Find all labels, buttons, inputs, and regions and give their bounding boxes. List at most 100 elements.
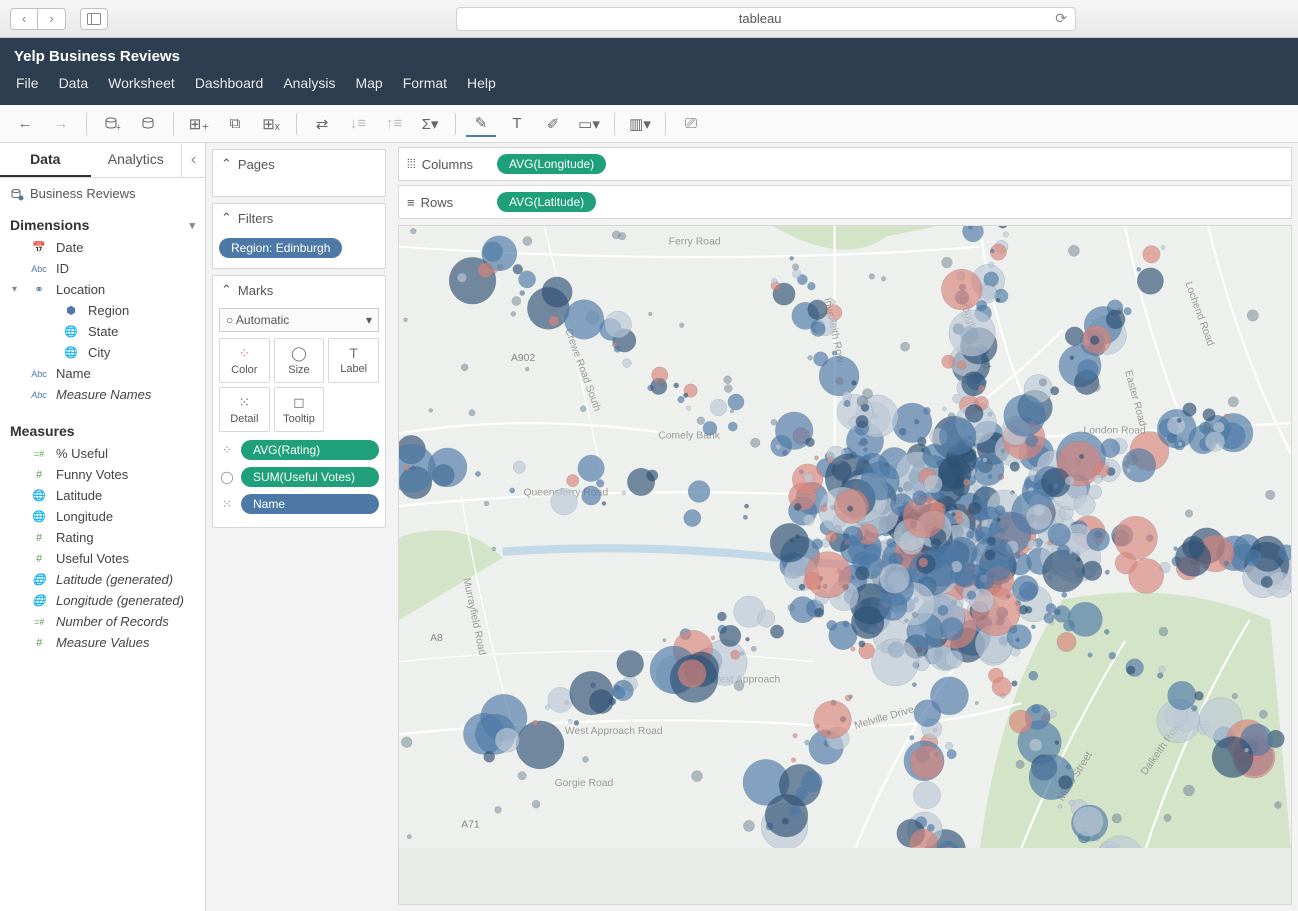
duplicate-button[interactable]: ⧉ [220,111,250,137]
size-icon: ◯ [277,345,322,362]
labels-button[interactable]: T [502,111,532,137]
menu-file[interactable]: File [6,71,49,95]
show-me-button[interactable]: ▥▾ [625,111,655,137]
field-label: Region [88,303,129,318]
redo-button[interactable]: → [46,111,76,137]
field-name[interactable]: AbcName [4,363,201,384]
browser-url-bar[interactable]: tableau ⟳ [456,7,1076,31]
sort-desc-button[interactable]: ↑≡ [379,111,409,137]
collapse-data-pane-button[interactable]: ‹ [181,143,205,177]
datasource-icon [10,187,24,201]
field-measure-names[interactable]: Abc Measure Names [4,384,201,405]
app-header: Yelp Business Reviews File Data Workshee… [0,38,1298,105]
reload-icon[interactable]: ⟳ [1055,10,1067,27]
field-date[interactable]: 📅Date [4,237,201,258]
field-latitude-generated-[interactable]: 🌐Latitude (generated) [4,569,201,590]
menu-data[interactable]: Data [49,71,99,95]
filter-pill-region[interactable]: Region: Edinburgh [219,238,342,258]
menu-map[interactable]: Map [345,71,392,95]
menu-worksheet[interactable]: Worksheet [98,71,185,95]
globe-icon: 🌐 [62,325,80,338]
new-worksheet-button[interactable]: ⊞₊ [184,111,214,137]
columns-icon: ⦙⦙⦙ [407,156,416,172]
field-label: Longitude (generated) [56,593,184,608]
tab-analytics[interactable]: Analytics [91,143,182,177]
clear-button[interactable]: ⊞ₓ [256,111,286,137]
marks-detail-button[interactable]: ⁙Detail [219,387,270,432]
field-id[interactable]: AbcID [4,258,201,279]
field-useful-votes[interactable]: #Useful Votes [4,548,201,569]
menu-analysis[interactable]: Analysis [273,71,345,95]
field-rating[interactable]: #Rating [4,527,201,548]
menu-format[interactable]: Format [393,71,457,95]
sort-asc-button[interactable]: ↓≡ [343,111,373,137]
field-state[interactable]: 🌐State [4,321,201,342]
chevron-down-icon: ⌃ [221,210,232,226]
browser-forward-button[interactable]: › [38,8,66,30]
menu-dashboard[interactable]: Dashboard [185,71,274,95]
browser-chrome: ‹ › tableau ⟳ [0,0,1298,38]
svg-text:+: + [116,123,121,132]
rows-pill[interactable]: AVG(Latitude) [497,192,596,212]
marks-card: ⌃Marks ○ Automatic ▾ ⁘Color ◯Size TLabel… [212,275,386,528]
field-longitude-generated-[interactable]: 🌐Longitude (generated) [4,590,201,611]
marks-tooltip-button[interactable]: ◻Tooltip [274,387,325,432]
calc-icon: =# [30,617,48,627]
mark-pill-avg-rating-[interactable]: AVG(Rating) [241,440,379,460]
rows-icon: ≡ [407,195,415,210]
browser-sidebar-toggle[interactable] [80,8,108,30]
field-label: % Useful [56,446,108,461]
field-funny-votes[interactable]: #Funny Votes [4,464,201,485]
workbook-title: Yelp Business Reviews [0,38,1298,71]
abc-icon: Abc [30,390,48,400]
filters-card[interactable]: ⌃Filters Region: Edinburgh [212,203,386,269]
menu-help[interactable]: Help [457,71,506,95]
geo-icon: ⬢ [62,304,80,317]
abc-icon: Abc [30,264,48,274]
totals-button[interactable]: Σ▾ [415,111,445,137]
marks-color-button[interactable]: ⁘Color [219,338,270,383]
field-measure-values[interactable]: #Measure Values [4,632,201,653]
presentation-button[interactable]: ⎚ [676,111,706,137]
measures-header: Measures [0,415,205,443]
field--useful[interactable]: =#% Useful [4,443,201,464]
browser-back-button[interactable]: ‹ [10,8,38,30]
date-icon: 📅 [30,241,48,254]
map-marks-layer [399,226,1291,848]
highlight-button[interactable]: ✎ [466,111,496,137]
columns-pill[interactable]: AVG(Longitude) [497,154,606,174]
marks-label-button[interactable]: TLabel [328,338,379,383]
swap-button[interactable]: ⇄ [307,111,337,137]
globe-icon: 🌐 [30,510,48,523]
map-view[interactable]: Ferry Road Inverleith Row Broughton Road… [398,225,1292,905]
marks-size-button[interactable]: ◯Size [274,338,325,383]
field-city[interactable]: 🌐City [4,342,201,363]
field-location[interactable]: ▾⚭Location [4,279,201,300]
pause-autoupdate-button[interactable] [133,111,163,137]
datasource-name: Business Reviews [30,186,136,201]
marks-type-select[interactable]: ○ Automatic ▾ [219,308,379,332]
new-datasource-button[interactable]: + [97,111,127,137]
fit-button[interactable]: ▭▾ [574,111,604,137]
mark-pill-name[interactable]: Name [241,494,379,514]
color-icon: ⁘ [222,345,267,362]
field-label: Measure Names [56,387,151,402]
globe-icon: 🌐 [62,346,80,359]
mark-pill-sum-useful-votes-[interactable]: SUM(Useful Votes) [241,467,379,487]
undo-button[interactable]: ← [10,111,40,137]
pages-card[interactable]: ⌃Pages [212,149,386,197]
viz-area: ⦙⦙⦙Columns AVG(Longitude) ≡Rows AVG(Lati… [392,143,1298,911]
tab-data[interactable]: Data [0,143,91,177]
format-button[interactable]: ✐ [538,111,568,137]
field-longitude[interactable]: 🌐Longitude [4,506,201,527]
field-region[interactable]: ⬢ Region [4,300,201,321]
chevron-down-icon: ⌃ [221,156,232,172]
color-icon: ⁘ [219,443,235,457]
rows-shelf[interactable]: ≡Rows AVG(Latitude) [398,185,1292,219]
field-latitude[interactable]: 🌐Latitude [4,485,201,506]
size-icon: ◯ [219,470,235,484]
datasource-item[interactable]: Business Reviews [0,178,205,209]
field-number-of-records[interactable]: =#Number of Records [4,611,201,632]
columns-shelf[interactable]: ⦙⦙⦙Columns AVG(Longitude) [398,147,1292,181]
browser-url-text: tableau [465,11,1055,26]
